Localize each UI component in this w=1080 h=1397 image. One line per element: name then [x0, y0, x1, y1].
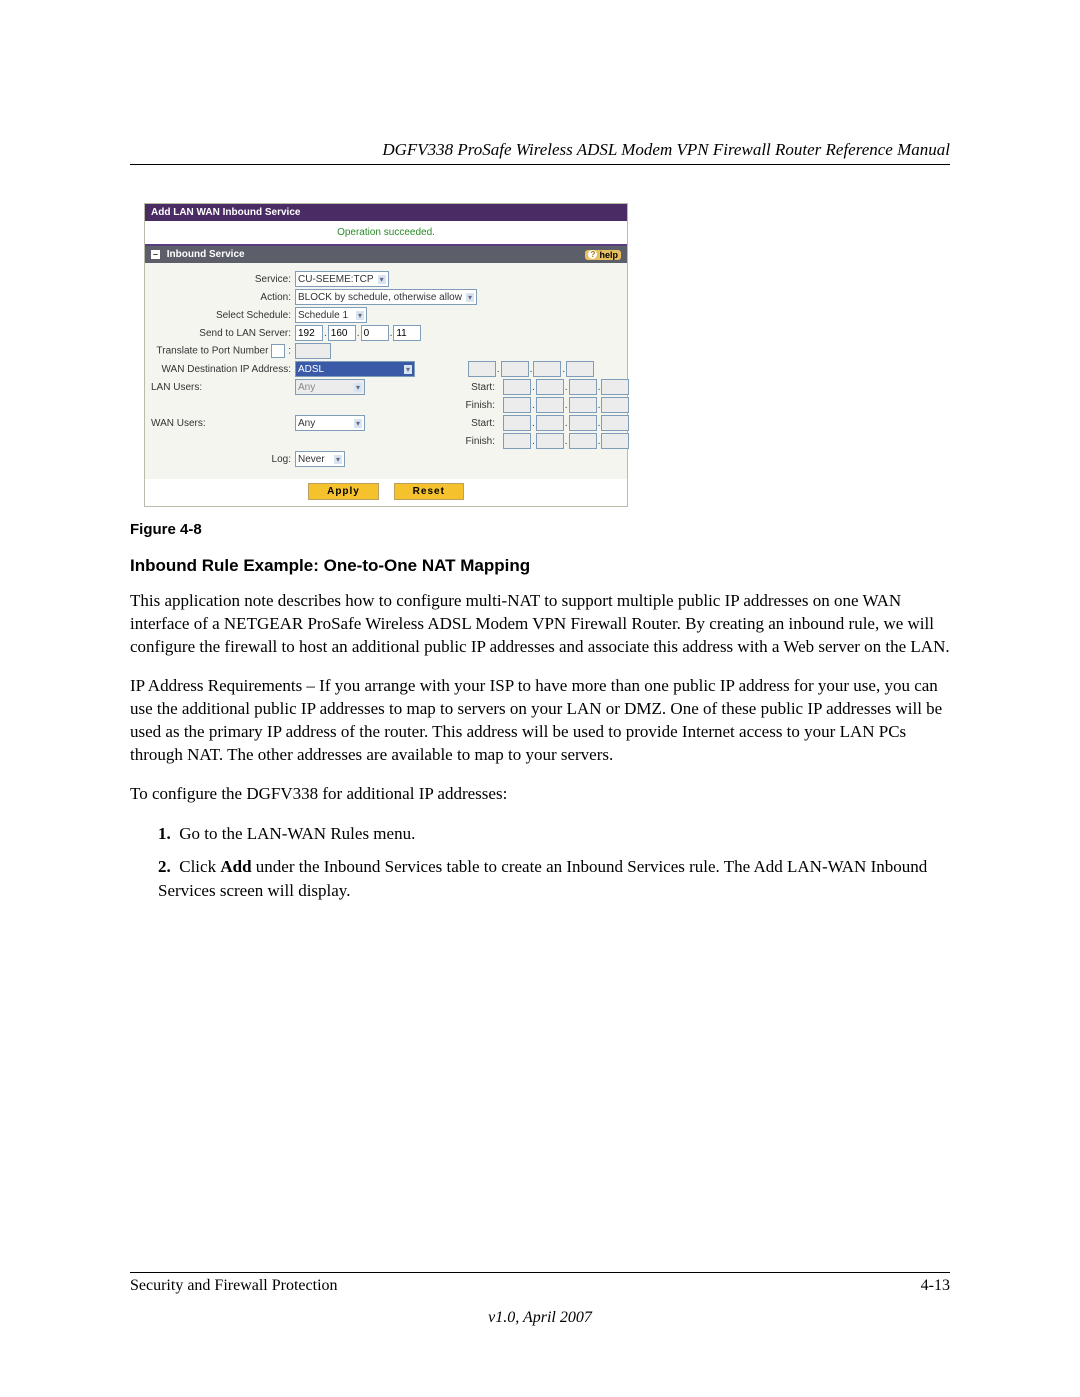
panel-title: Add LAN WAN Inbound Service — [145, 204, 627, 221]
wan-users-select[interactable]: Any▾ — [295, 415, 365, 431]
router-ui-panel: Add LAN WAN Inbound Service Operation su… — [144, 203, 628, 507]
ip-octet[interactable] — [569, 415, 597, 431]
translate-checkbox[interactable] — [271, 344, 285, 358]
ip-octet[interactable] — [503, 379, 531, 395]
chevron-down-icon: ▾ — [378, 275, 386, 284]
help-icon: ? — [588, 250, 597, 259]
label-action: Action: — [151, 292, 291, 303]
ip-octet[interactable] — [503, 433, 531, 449]
ip-octet-3[interactable] — [361, 325, 389, 341]
section-label: Inbound Service — [167, 249, 245, 260]
ip-octet[interactable] — [503, 415, 531, 431]
ip-octet[interactable] — [503, 397, 531, 413]
ip-octet[interactable] — [501, 361, 529, 377]
wan-dest-ip: . . . — [468, 361, 594, 377]
section-header: – Inbound Service ? help — [145, 246, 627, 263]
lan-users-select[interactable]: Any▾ — [295, 379, 365, 395]
list-item: 2. Click Add under the Inbound Services … — [152, 855, 950, 903]
wan-start-ip: . . . — [503, 415, 629, 431]
help-button[interactable]: ? help — [585, 250, 621, 260]
translate-port-input[interactable] — [295, 343, 331, 359]
lan-finish-ip: . . . — [503, 397, 629, 413]
ip-octet-2[interactable] — [328, 325, 356, 341]
footer-right: 4-13 — [921, 1277, 950, 1295]
lan-start-ip: . . . — [503, 379, 629, 395]
collapse-icon[interactable]: – — [151, 250, 160, 259]
paragraph: This application note describes how to c… — [130, 590, 950, 659]
log-select[interactable]: Never▾ — [295, 451, 345, 467]
label-service: Service: — [151, 274, 291, 285]
ip-octet[interactable] — [533, 361, 561, 377]
label-finish: Finish: — [419, 400, 499, 411]
chevron-down-icon: ▾ — [334, 455, 342, 464]
wan-finish-ip: . . . — [503, 433, 629, 449]
step-list: 1. Go to the LAN-WAN Rules menu. 2. Clic… — [152, 822, 950, 903]
button-row: Apply Reset — [145, 479, 627, 506]
label-start: Start: — [419, 382, 499, 393]
paragraph: To configure the DGFV338 for additional … — [130, 783, 950, 806]
chevron-down-icon: ▾ — [356, 311, 364, 320]
section-title: Inbound Rule Example: One-to-One NAT Map… — [130, 556, 950, 576]
doc-header: DGFV338 ProSafe Wireless ADSL Modem VPN … — [130, 140, 950, 165]
ip-octet[interactable] — [468, 361, 496, 377]
status-message: Operation succeeded. — [145, 221, 627, 244]
ip-octet[interactable] — [536, 379, 564, 395]
label-lan-users: LAN Users: — [151, 382, 291, 393]
form-area: Service: CU-SEEME:TCP▾ Action: BLOCK by … — [145, 263, 627, 479]
label-log: Log: — [151, 454, 291, 465]
ip-octet[interactable] — [601, 379, 629, 395]
schedule-select[interactable]: Schedule 1▾ — [295, 307, 367, 323]
label-lan-server: Send to LAN Server: — [151, 328, 291, 339]
ip-octet[interactable] — [536, 433, 564, 449]
label-finish: Finish: — [419, 436, 499, 447]
label-wan-dest: WAN Destination IP Address: — [151, 364, 291, 375]
ip-octet[interactable] — [601, 433, 629, 449]
ip-octet[interactable] — [601, 415, 629, 431]
page-footer: Security and Firewall Protection 4-13 v1… — [130, 1272, 950, 1327]
apply-button[interactable]: Apply — [308, 483, 379, 500]
ip-octet[interactable] — [569, 379, 597, 395]
footer-left: Security and Firewall Protection — [130, 1277, 338, 1295]
ip-octet-4[interactable] — [393, 325, 421, 341]
ip-octet[interactable] — [536, 397, 564, 413]
ip-octet[interactable] — [536, 415, 564, 431]
chevron-down-icon: ▾ — [354, 383, 362, 392]
label-start: Start: — [419, 418, 499, 429]
wan-dest-select[interactable]: ADSL▾ — [295, 361, 415, 377]
figure-caption: Figure 4-8 — [130, 521, 950, 538]
ip-octet[interactable] — [601, 397, 629, 413]
service-select[interactable]: CU-SEEME:TCP▾ — [295, 271, 389, 287]
label-schedule: Select Schedule: — [151, 310, 291, 321]
chevron-down-icon: ▾ — [354, 419, 362, 428]
reset-button[interactable]: Reset — [394, 483, 464, 500]
action-select[interactable]: BLOCK by schedule, otherwise allow▾ — [295, 289, 477, 305]
label-wan-users: WAN Users: — [151, 418, 291, 429]
paragraph: IP Address Requirements – If you arrange… — [130, 675, 950, 767]
ip-octet[interactable] — [569, 397, 597, 413]
chevron-down-icon: ▾ — [466, 293, 474, 302]
ip-octet[interactable] — [569, 433, 597, 449]
list-item: 1. Go to the LAN-WAN Rules menu. — [152, 822, 950, 846]
chevron-down-icon: ▾ — [404, 365, 412, 374]
figure-screenshot: Add LAN WAN Inbound Service Operation su… — [144, 203, 950, 507]
ip-octet-1[interactable] — [295, 325, 323, 341]
footer-version: v1.0, April 2007 — [130, 1309, 950, 1327]
label-translate: Translate to Port Number : — [151, 344, 291, 358]
lan-server-ip: . . . — [295, 325, 621, 341]
ip-octet[interactable] — [566, 361, 594, 377]
